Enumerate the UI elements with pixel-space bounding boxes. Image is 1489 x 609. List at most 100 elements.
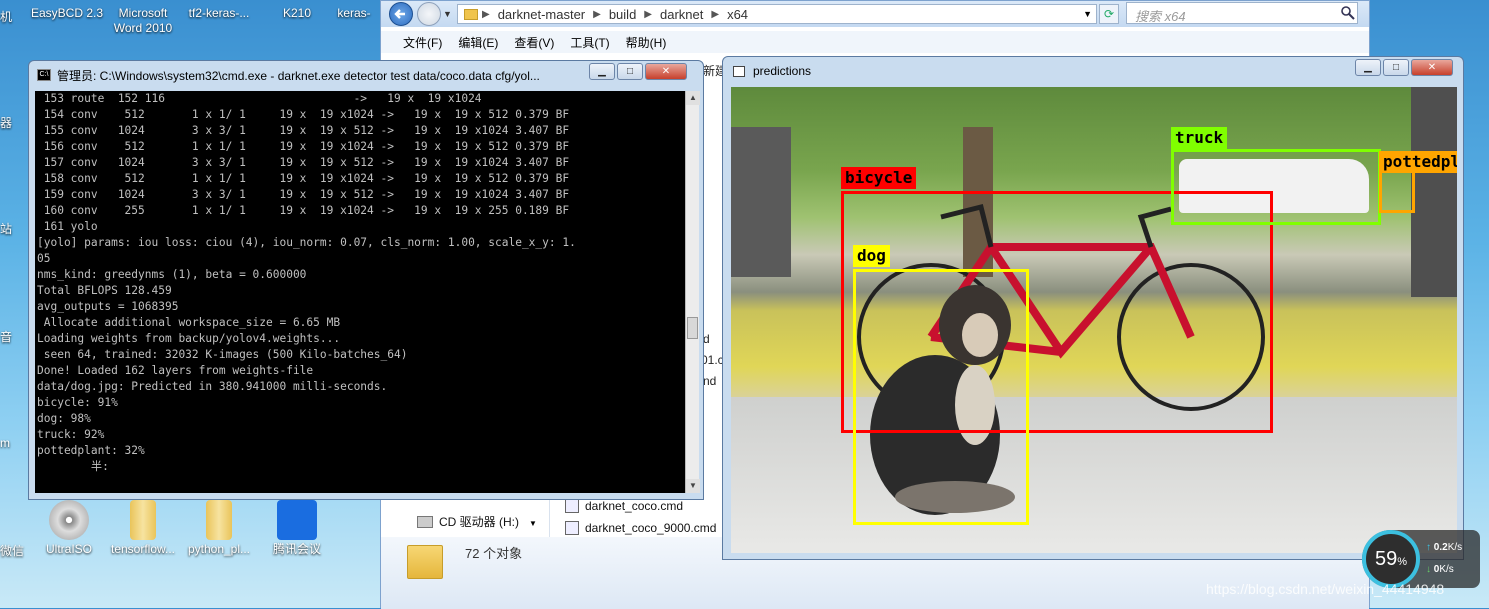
scroll-up-icon[interactable]: ▲ [686, 91, 700, 105]
cmd-line: nms_kind: greedynms (1), beta = 0.600000 [37, 268, 307, 281]
desktop-icon-tensorflow[interactable]: tensorflow... [104, 500, 182, 557]
cmd-file-icon [565, 521, 579, 535]
search-input[interactable]: 搜索 x64 [1126, 2, 1358, 24]
prediction-image: bicycle truck pottedpla dog [731, 87, 1457, 553]
cmd-line: Loading weights from backup/yolov4.weigh… [37, 332, 341, 345]
cmd-line: 158 conv 512 1 x 1/ 1 19 x 19 x1024 -> 1… [37, 172, 570, 185]
desktop-icon-k210[interactable]: K210 [258, 6, 336, 21]
predictions-window-controls: ▁ □ ✕ [1355, 59, 1453, 76]
chevron-right-icon: ▶ [644, 8, 652, 20]
file-item[interactable]: darknet_coco.cmd [565, 499, 683, 513]
chevron-right-icon: ▶ [593, 8, 601, 20]
scroll-down-icon[interactable]: ▼ [686, 479, 700, 493]
edge-label: 机 [0, 10, 13, 24]
breadcrumb-item[interactable]: x64 [719, 7, 756, 22]
desktop-icon-easybcd[interactable]: EasyBCD 2.3 [28, 6, 106, 21]
cmd-line: 半: [37, 460, 109, 473]
desktop-icon-label: python_pl... [187, 542, 251, 556]
predictions-title: predictions [753, 64, 812, 78]
arrow-up-icon: ↑ [1426, 542, 1431, 553]
breadcrumb[interactable]: ▶ darknet-master ▶ build ▶ darknet ▶ x64… [457, 4, 1097, 24]
cmd-line: seen 64, trained: 32032 K-images (500 Ki… [37, 348, 408, 361]
minimize-button[interactable]: ▁ [589, 63, 615, 80]
refresh-button[interactable]: ⟳ [1099, 4, 1119, 24]
cmd-line: data/dog.jpg: Predicted in 380.941000 mi… [37, 380, 388, 393]
search-icon[interactable] [1341, 6, 1355, 20]
cmd-line: dog: 98% [37, 412, 91, 425]
forward-button[interactable] [417, 2, 441, 26]
breadcrumb-item[interactable]: build [601, 7, 644, 22]
cmd-window-controls: ▁ □ ✕ [589, 63, 687, 80]
cd-drive-icon [417, 515, 433, 528]
menu-view[interactable]: 查看(V) [506, 34, 562, 51]
cmd-line: 05 [37, 252, 51, 265]
close-button[interactable]: ✕ [1411, 59, 1453, 76]
folder-icon [206, 500, 232, 540]
scrollbar-thumb[interactable] [687, 317, 698, 339]
desktop-icon-keras[interactable]: keras- [330, 6, 378, 21]
desktop-icon-label: tensorflow... [110, 542, 176, 556]
desktop-icon-ultraiso[interactable]: UltraISO [30, 500, 108, 557]
menu-file[interactable]: 文件(F) [395, 34, 450, 51]
file-partial: nd [703, 374, 717, 388]
desktop-icon-label: tf2-keras-... [188, 6, 250, 20]
desktop-icon-label: K210 [282, 6, 312, 20]
maximize-button[interactable]: □ [617, 63, 643, 80]
cmd-line: truck: 92% [37, 428, 105, 441]
folder-icon [464, 8, 478, 20]
predictions-window: predictions ▁ □ ✕ bicycle truck pottedpla d… [722, 56, 1464, 560]
cmd-line: 159 conv 1024 3 x 3/ 1 19 x 19 x 512 -> … [37, 188, 570, 201]
tencent-meeting-icon [277, 500, 317, 540]
item-count: 72 个对象 [465, 546, 523, 561]
desktop-icon-tf2-keras[interactable]: tf2-keras-... [180, 6, 258, 21]
cpu-unit: % [1397, 556, 1408, 568]
back-button[interactable] [389, 2, 413, 26]
download-unit: K/s [1439, 564, 1454, 575]
desktop-icon-tencent-meeting[interactable]: 腾讯会议 [258, 500, 336, 557]
chevron-down-icon[interactable]: ▼ [1083, 9, 1092, 19]
house-pillar-left [731, 127, 791, 277]
file-item[interactable]: darknet_coco_9000.cmd [565, 521, 716, 535]
breadcrumb-item[interactable]: darknet [652, 7, 711, 22]
cmd-scrollbar[interactable]: ▲ ▼ [685, 91, 700, 493]
upload-speed: ↑ 0.2K/s [1426, 542, 1462, 553]
cpu-value: 59 [1374, 548, 1398, 570]
cmd-title: 管理员: C:\Windows\system32\cmd.exe - darkn… [57, 68, 540, 83]
cmd-line: Done! Loaded 162 layers from weights-fil… [37, 364, 314, 377]
desktop-icon-label: Microsoft Word 2010 [113, 6, 173, 35]
drive-item[interactable]: CD 驱动器 (H:) [417, 513, 519, 530]
file-name: darknet_coco_9000.cmd [585, 521, 717, 535]
cmd-line: [yolo] params: iou loss: ciou (4), iou_n… [37, 236, 576, 249]
menu-help[interactable]: 帮助(H) [618, 34, 675, 51]
cmd-line: Allocate additional workspace_size = 6.6… [37, 316, 341, 329]
detection-label: truck [1171, 127, 1228, 149]
desktop-icon-word[interactable]: Microsoft Word 2010 [104, 6, 182, 36]
breadcrumb-item[interactable]: darknet-master [490, 7, 593, 22]
upload-unit: K/s [1447, 542, 1463, 553]
minimize-button[interactable]: ▁ [1355, 59, 1381, 76]
detection-box-truck [1171, 149, 1381, 225]
menu-edit[interactable]: 编辑(E) [450, 34, 506, 51]
maximize-button[interactable]: □ [1383, 59, 1409, 76]
cmd-line: pottedplant: 32% [37, 444, 145, 457]
desktop-icon-python[interactable]: python_pl... [180, 500, 258, 557]
disc-icon [49, 500, 89, 540]
chevron-right-icon: ▶ [482, 8, 490, 20]
folder-large-icon [407, 545, 443, 579]
edge-label: m [0, 436, 10, 450]
cmd-icon: C:\ [37, 69, 51, 81]
watermark-text: https://blog.csdn.net/weixin_44414948 [1206, 581, 1445, 597]
cmd-output[interactable]: 153 route 152 116 -> 19 x 19 x1024 154 c… [35, 91, 685, 493]
house-pillar-right [1411, 87, 1457, 297]
cmd-line: 160 conv 255 1 x 1/ 1 19 x 19 x1024 -> 1… [37, 204, 570, 217]
desktop-icon-label: UltraISO [45, 542, 92, 556]
detection-label: bicycle [841, 167, 917, 189]
recent-pages-icon[interactable]: ▼ [443, 9, 452, 19]
close-button[interactable]: ✕ [645, 63, 687, 80]
download-speed: ↓ 0K/s [1426, 564, 1454, 575]
menu-tools[interactable]: 工具(T) [562, 34, 617, 51]
predictions-titlebar[interactable]: predictions [723, 57, 1463, 85]
performance-widget[interactable]: 59% ↑ 0.2K/s ↓ 0K/s [1362, 530, 1480, 588]
scroll-down-icon[interactable]: ▼ [529, 519, 537, 528]
cmd-line: avg_outputs = 1068395 [37, 300, 179, 313]
